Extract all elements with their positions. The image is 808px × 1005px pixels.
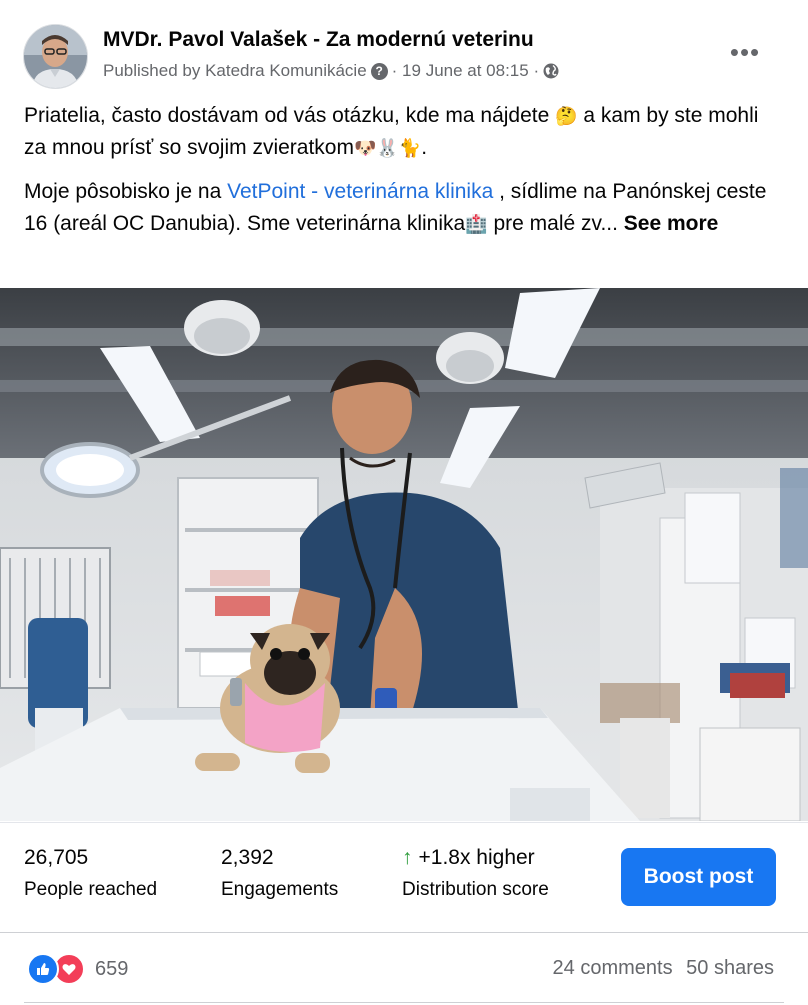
more-options-button[interactable]: ••• [725, 36, 765, 68]
animals-emoji: 🐶🐰🐈 [353, 138, 422, 158]
stat-engagements[interactable]: 2,392 Engagements [221, 845, 338, 903]
post-text: Priatelia, často dostávam od vás otázku,… [24, 100, 784, 252]
distribution-label: Distribution score [402, 879, 549, 900]
post-photo[interactable] [0, 288, 808, 821]
thinking-emoji: 🤔 [555, 106, 578, 126]
help-icon[interactable]: ? [370, 62, 388, 80]
arrow-up-icon: ↑ [402, 846, 413, 869]
more-icon: ••• [729, 36, 761, 67]
published-by: Published by Katedra Komunikácie [103, 61, 367, 80]
text-p2-a: Moje pôsobisko je na [24, 180, 228, 203]
people-reached-label: People reached [24, 879, 158, 900]
distribution-value: +1.8x higher [418, 846, 535, 869]
post-meta: Published by Katedra Komunikácie ? · 19 … [103, 61, 559, 81]
shares-count[interactable]: 50 shares [686, 957, 774, 979]
boost-post-button[interactable]: Boost post [621, 848, 776, 906]
hospital-emoji: 🏥 [465, 214, 488, 234]
divider [24, 1002, 784, 1003]
post-header: MVDr. Pavol Valašek - Za modernú veterin… [0, 0, 808, 100]
engagements-value: 2,392 [221, 846, 274, 869]
post-insights: 26,705 People reached 2,392 Engagements … [0, 822, 808, 933]
engagements-label: Engagements [221, 879, 339, 900]
see-more-link[interactable]: See more [624, 212, 719, 235]
post-card: MVDr. Pavol Valašek - Za modernú veterin… [0, 0, 808, 1004]
reaction-count: 659 [95, 957, 129, 980]
stat-people-reached[interactable]: 26,705 People reached [24, 845, 157, 903]
stat-distribution-score[interactable]: ↑ +1.8x higher Distribution score [402, 845, 549, 903]
text-p2-c: pre malé zv... [487, 212, 624, 235]
globe-icon [543, 63, 559, 79]
text-p1-a: Priatelia, často dostávam od vás otázku,… [24, 104, 556, 127]
post-footer: 659 24 comments 50 shares [0, 932, 808, 1005]
like-reaction-icon [27, 953, 59, 985]
post-date[interactable]: · 19 June at 08:15 · [392, 61, 539, 81]
avatar[interactable] [23, 24, 88, 89]
vetpoint-link[interactable]: VetPoint - veterinárna klinika [227, 180, 493, 203]
author-name[interactable]: MVDr. Pavol Valašek - Za modernú veterin… [103, 28, 534, 52]
engagement-counts: 24 comments 50 shares [553, 957, 774, 980]
people-reached-value: 26,705 [24, 846, 89, 869]
text-p1-c: . [421, 136, 428, 159]
comments-count[interactable]: 24 comments [553, 957, 673, 979]
reactions-summary[interactable]: 659 [27, 953, 128, 985]
